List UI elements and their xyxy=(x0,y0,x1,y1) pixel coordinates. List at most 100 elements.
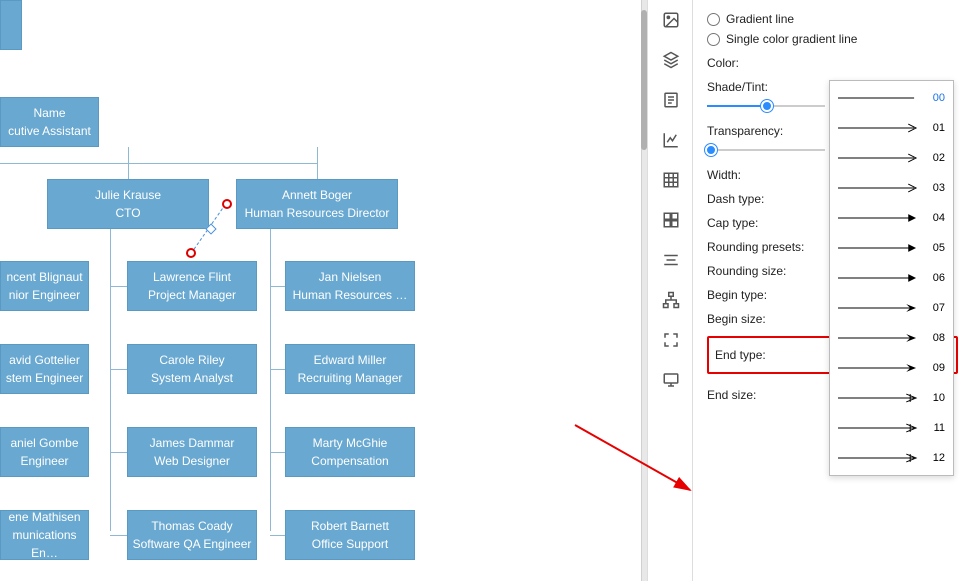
org-node-julie[interactable]: Julie Krause CTO xyxy=(47,179,209,229)
end-type-option-00[interactable]: 00 xyxy=(830,83,953,113)
layers-tool-icon[interactable] xyxy=(648,40,694,80)
org-node-assistant[interactable]: Name cutive Assistant xyxy=(0,97,99,147)
end-type-option-08[interactable]: 08 xyxy=(830,323,953,353)
connector xyxy=(110,369,127,370)
option-number: 09 xyxy=(926,362,945,374)
connector xyxy=(270,286,285,287)
org-node[interactable]: Carole Riley System Analyst xyxy=(127,344,257,394)
table-tool-icon[interactable] xyxy=(648,160,694,200)
arrow-preview-icon xyxy=(838,182,918,194)
org-node[interactable]: Edward Miller Recruiting Manager xyxy=(285,344,415,394)
document-tool-icon[interactable] xyxy=(648,80,694,120)
option-number: 03 xyxy=(926,182,945,194)
org-node[interactable]: Marty McGhie Compensation xyxy=(285,427,415,477)
option-number: 06 xyxy=(926,272,945,284)
org-node-title: Compensation xyxy=(311,452,388,470)
connector xyxy=(270,229,271,531)
org-node-name: ene Mathisen xyxy=(8,508,80,526)
arrow-preview-icon xyxy=(838,392,918,404)
org-node-title: Web Designer xyxy=(154,452,230,470)
org-chart-canvas[interactable]: Name cutive Assistant Julie Krause CTO A… xyxy=(0,0,640,581)
end-type-option-11[interactable]: 11 xyxy=(830,413,953,443)
org-node-title: nior Engineer xyxy=(9,286,80,304)
org-node-title: Project Manager xyxy=(148,286,236,304)
end-type-label: End type: xyxy=(715,348,766,362)
arrow-preview-icon xyxy=(838,212,918,224)
connector-endpoint[interactable] xyxy=(222,199,232,209)
transparency-slider[interactable] xyxy=(707,142,825,158)
org-node[interactable]: Thomas Coady Software QA Engineer xyxy=(127,510,257,560)
org-node-title: cutive Assistant xyxy=(8,122,91,140)
orgchart-tool-icon[interactable] xyxy=(648,280,694,320)
connector xyxy=(110,452,127,453)
org-node[interactable]: Robert Barnett Office Support xyxy=(285,510,415,560)
arrow-preview-icon xyxy=(838,242,918,254)
org-node[interactable]: Lawrence Flint Project Manager xyxy=(127,261,257,311)
end-size-label: End size: xyxy=(707,388,756,402)
arrow-preview-icon xyxy=(838,422,918,434)
connector xyxy=(110,229,111,531)
color-label: Color: xyxy=(707,56,966,70)
org-node[interactable]: aniel Gombe Engineer xyxy=(0,427,89,477)
org-node-title: Software QA Engineer xyxy=(133,535,252,553)
option-number: 11 xyxy=(926,422,945,434)
option-number: 07 xyxy=(926,302,945,314)
org-node-name: Julie Krause xyxy=(95,186,161,204)
presentation-tool-icon[interactable] xyxy=(648,360,694,400)
shade-tint-slider[interactable] xyxy=(707,98,825,114)
org-node[interactable]: avid Gottelier stem Engineer xyxy=(0,344,89,394)
radio-single-color-gradient[interactable]: Single color gradient line xyxy=(707,32,966,46)
connector xyxy=(110,286,127,287)
radio-label: Gradient line xyxy=(726,12,794,26)
org-node-title: Engineer xyxy=(20,452,68,470)
end-type-option-07[interactable]: 07 xyxy=(830,293,953,323)
option-number: 12 xyxy=(926,452,945,464)
end-type-option-02[interactable]: 02 xyxy=(830,143,953,173)
org-node[interactable]: ene Mathisen munications En… xyxy=(0,510,89,560)
org-node[interactable]: James Dammar Web Designer xyxy=(127,427,257,477)
org-node-name: Jan Nielsen xyxy=(319,268,382,286)
org-node-name: James Dammar xyxy=(150,434,235,452)
connector xyxy=(0,163,317,164)
org-node-title: stem Engineer xyxy=(6,369,83,387)
org-node-name: Marty McGhie xyxy=(313,434,388,452)
arrow-preview-icon xyxy=(838,92,918,104)
end-type-option-10[interactable]: 10 xyxy=(830,383,953,413)
org-node-name: Carole Riley xyxy=(159,351,224,369)
option-number: 01 xyxy=(926,122,945,134)
chart-tool-icon[interactable] xyxy=(648,120,694,160)
arrow-preview-icon xyxy=(838,302,918,314)
end-type-popup: 00 01 02 03 0405 06 07 08 09 10 11 12 xyxy=(829,80,954,476)
image-tool-icon[interactable] xyxy=(648,0,694,40)
end-type-option-05[interactable]: 05 xyxy=(830,233,953,263)
connector-endpoint[interactable] xyxy=(186,248,196,258)
radio-gradient-line[interactable]: Gradient line xyxy=(707,12,966,26)
org-node-annett[interactable]: Annett Boger Human Resources Director xyxy=(236,179,398,229)
layout-tool-icon[interactable] xyxy=(648,200,694,240)
org-node-name: aniel Gombe xyxy=(10,434,78,452)
org-node-title: Office Support xyxy=(312,535,389,553)
org-node-title: Human Resources … xyxy=(293,286,408,304)
connector xyxy=(270,452,285,453)
org-node[interactable]: Jan Nielsen Human Resources … xyxy=(285,261,415,311)
radio-label: Single color gradient line xyxy=(726,32,857,46)
org-node-title: System Analyst xyxy=(151,369,233,387)
end-type-option-03[interactable]: 03 xyxy=(830,173,953,203)
end-type-option-01[interactable]: 01 xyxy=(830,113,953,143)
connector xyxy=(270,369,285,370)
org-node-name: Annett Boger xyxy=(282,186,352,204)
end-type-option-12[interactable]: 12 xyxy=(830,443,953,473)
org-node[interactable]: ncent Blignaut nior Engineer xyxy=(0,261,89,311)
org-node-root[interactable] xyxy=(0,0,22,50)
org-node-name: Lawrence Flint xyxy=(153,268,231,286)
option-number: 02 xyxy=(926,152,945,164)
end-type-option-04[interactable]: 04 xyxy=(830,203,953,233)
end-type-option-06[interactable]: 06 xyxy=(830,263,953,293)
connector xyxy=(270,535,285,536)
option-number: 00 xyxy=(926,92,945,104)
end-type-option-09[interactable]: 09 xyxy=(830,353,953,383)
org-node-name: Robert Barnett xyxy=(311,517,389,535)
fullscreen-tool-icon[interactable] xyxy=(648,320,694,360)
arrow-preview-icon xyxy=(838,122,918,134)
align-tool-icon[interactable] xyxy=(648,240,694,280)
